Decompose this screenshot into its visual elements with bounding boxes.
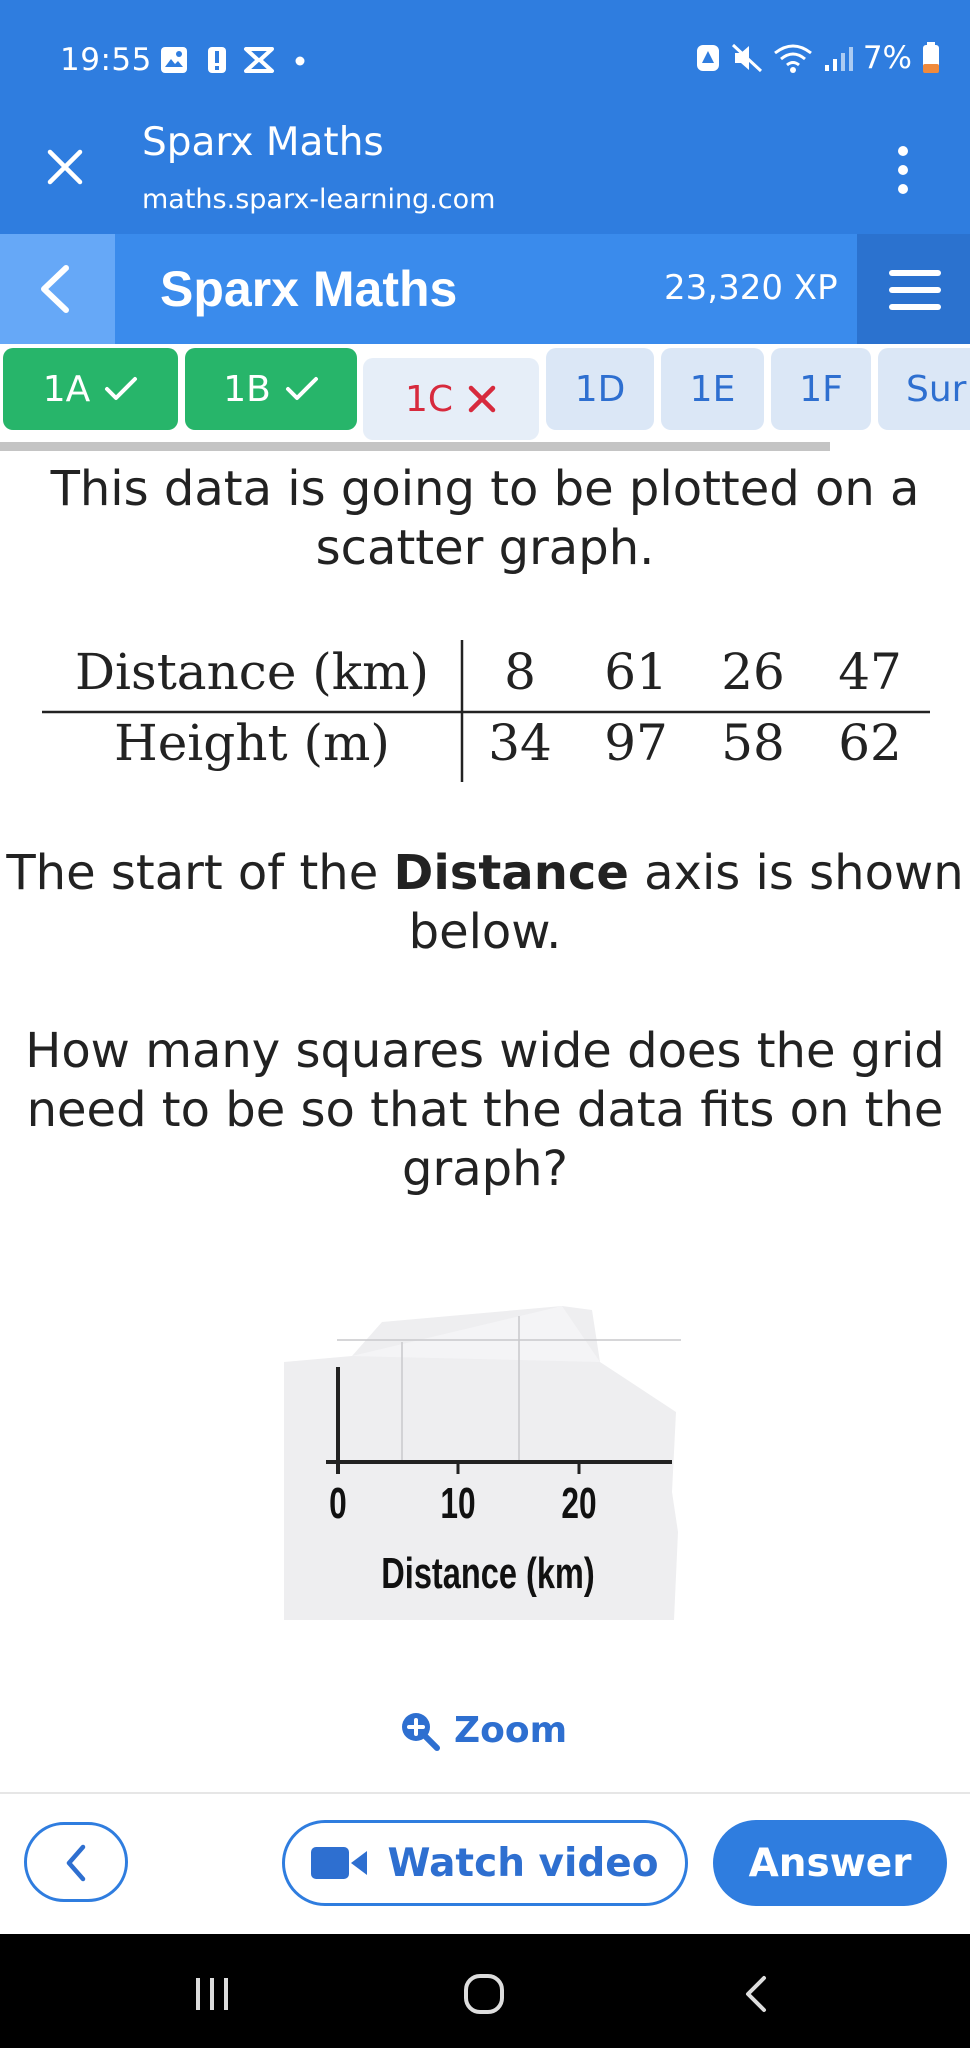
hamburger-menu-icon xyxy=(889,270,941,310)
app-title: Sparx Maths xyxy=(160,261,458,317)
table-row2-label: Height (m) xyxy=(114,714,390,772)
tab-label: Sur xyxy=(906,368,967,410)
axis-tick-label: 10 xyxy=(440,1479,475,1528)
chevron-left-icon xyxy=(66,1844,86,1882)
axis-sentence-pre: The start of the xyxy=(6,845,394,901)
data-table-grid: Distance (km) 8 61 26 47 Height (m) 34 9… xyxy=(42,640,930,782)
question-intro: This data is going to be plotted on a sc… xyxy=(0,460,970,578)
browser-title: Sparx Maths xyxy=(142,120,384,165)
app-header: Sparx Maths 23,320 XP xyxy=(0,234,970,344)
nfc-icon xyxy=(696,45,719,71)
close-icon[interactable] xyxy=(40,142,90,192)
table-cell: 47 xyxy=(838,643,902,701)
tab-label: 1A xyxy=(42,368,91,410)
more-vert-icon[interactable] xyxy=(892,144,914,196)
tab-label: 1D xyxy=(574,368,626,410)
tab-label: 1B xyxy=(223,368,271,410)
video-camera-icon xyxy=(311,1847,368,1879)
tab-1f[interactable]: 1F xyxy=(771,348,871,430)
check-icon xyxy=(105,377,138,400)
browser-url: maths.sparx-learning.com xyxy=(142,184,496,215)
table-cell: 97 xyxy=(604,714,668,772)
tab-label: 1C xyxy=(404,378,454,420)
table-cell: 61 xyxy=(604,643,668,701)
answer-label: Answer xyxy=(748,1840,912,1886)
watch-video-label: Watch video xyxy=(387,1840,659,1886)
watch-video-button[interactable]: Watch video xyxy=(282,1820,688,1906)
axis-tick-label: 20 xyxy=(561,1479,596,1528)
battery-percent: 7% xyxy=(862,40,912,76)
zoom-label: Zoom xyxy=(454,1710,568,1751)
check-icon xyxy=(285,377,318,400)
table-cell: 62 xyxy=(838,714,902,772)
previous-button[interactable] xyxy=(24,1822,128,1902)
header-back-button[interactable] xyxy=(0,234,115,344)
gallery-icon xyxy=(161,47,187,73)
footer-divider xyxy=(0,1792,970,1794)
home-icon[interactable] xyxy=(462,1972,506,2016)
tab-1a[interactable]: 1A xyxy=(3,348,178,430)
chevron-left-icon xyxy=(41,265,69,313)
status-right: 7% xyxy=(695,40,940,76)
wifi-icon xyxy=(773,44,812,73)
table-cell: 8 xyxy=(504,643,536,701)
question-ask-line3: graph? xyxy=(402,1141,568,1197)
cross-icon xyxy=(468,385,496,413)
axis-figure: 0 10 20 Distance (km) xyxy=(282,1302,682,1624)
voicemail-icon xyxy=(244,47,274,73)
status-bar: 19:55 7% xyxy=(0,0,970,120)
menu-button[interactable] xyxy=(857,234,970,344)
table-cell: 26 xyxy=(721,643,785,701)
question-intro-line1: This data is going to be plotted on a xyxy=(50,461,920,517)
table-row1-label: Distance (km) xyxy=(75,643,429,701)
task-tabs: 1A 1B 1C 1D 1E 1F Sur xyxy=(0,344,970,446)
alert-icon xyxy=(208,47,226,73)
axis-sentence-bold: Distance xyxy=(393,845,629,901)
axis-sentence: The start of the Distance axis is shown … xyxy=(0,844,970,962)
browser-toolbar: Sparx Maths maths.sparx-learning.com xyxy=(0,120,970,234)
tab-1d[interactable]: 1D xyxy=(546,348,654,430)
table-cell: 58 xyxy=(721,714,785,772)
question-ask: How many squares wide does the grid need… xyxy=(0,1022,970,1199)
tab-scroll-indicator xyxy=(0,442,830,451)
data-table: Distance (km) 8 61 26 47 Height (m) 34 9… xyxy=(42,636,930,786)
tab-label: 1F xyxy=(799,368,843,410)
signal-icon xyxy=(824,47,853,71)
question-ask-line1: How many squares wide does the grid xyxy=(25,1023,945,1079)
battery-icon xyxy=(923,42,939,73)
answer-button[interactable]: Answer xyxy=(713,1820,947,1906)
axis-title: Distance (km) xyxy=(381,1549,594,1598)
axis-sentence-post: axis is shown xyxy=(628,845,964,901)
table-cell: 34 xyxy=(488,714,552,772)
status-time: 19:55 xyxy=(60,42,152,78)
mute-icon xyxy=(731,43,762,73)
zoom-in-icon xyxy=(402,1712,440,1751)
xp-counter: 23,320 XP xyxy=(664,268,838,308)
dot-icon xyxy=(295,56,305,66)
recent-apps-icon[interactable] xyxy=(192,1974,232,2014)
axis-figure-image: 0 10 20 Distance (km) xyxy=(284,1306,682,1620)
question-intro-line2: scatter graph. xyxy=(315,520,655,576)
tab-1b[interactable]: 1B xyxy=(185,348,357,430)
tab-summary[interactable]: Sur xyxy=(878,348,970,430)
axis-tick-label: 0 xyxy=(329,1479,347,1528)
back-icon[interactable] xyxy=(740,1972,772,2016)
zoom-button[interactable]: Zoom xyxy=(400,1710,567,1751)
axis-sentence-line2: below. xyxy=(408,904,562,960)
tab-1c[interactable]: 1C xyxy=(363,358,539,440)
tab-label: 1E xyxy=(689,368,736,410)
system-nav-bar xyxy=(0,1934,970,2048)
tab-1e[interactable]: 1E xyxy=(661,348,764,430)
question-ask-line2: need to be so that the data fits on the xyxy=(26,1082,944,1138)
